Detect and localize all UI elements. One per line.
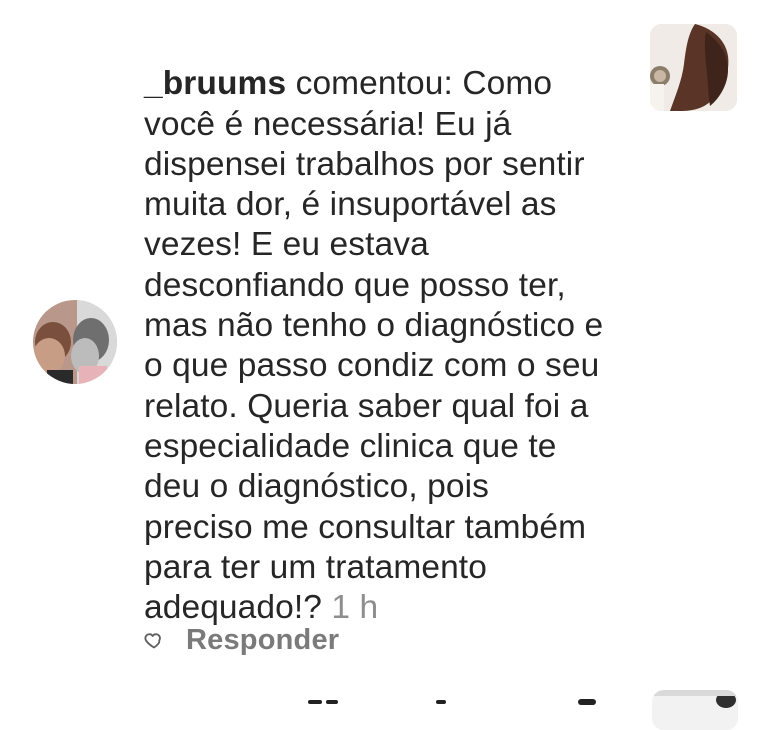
avatar-photo-image [33, 300, 117, 384]
comment-action-text: comentou: [286, 65, 463, 103]
notification-comment: _bruums comentou: Como você é necessária… [0, 0, 768, 730]
reply-button[interactable]: Responder [186, 624, 339, 657]
post-thumbnail-image [650, 24, 737, 111]
comment-body: Como você é necessária! Eu já dispensei … [144, 65, 604, 627]
comment-username[interactable]: _bruums [144, 65, 286, 102]
comment-text-block: _bruums comentou: Como você é necessária… [144, 24, 634, 628]
next-post-thumbnail[interactable] [652, 690, 738, 730]
next-comment-partial [308, 695, 618, 705]
comment-actions: Responder [142, 620, 339, 660]
next-post-thumbnail-image [652, 690, 738, 730]
user-avatar[interactable] [33, 300, 117, 384]
heart-outline-icon[interactable] [142, 628, 166, 652]
post-thumbnail[interactable] [650, 24, 737, 111]
